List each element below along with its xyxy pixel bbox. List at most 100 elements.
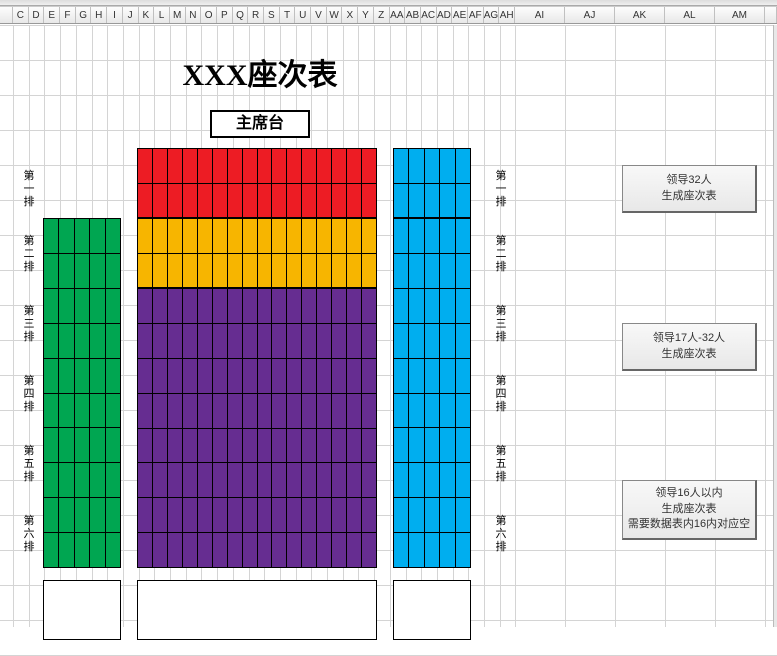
seat-cell[interactable] [456,289,470,323]
seat-cell[interactable] [332,429,347,463]
seat-cell[interactable] [213,533,228,567]
seat-cell[interactable] [332,219,347,253]
seat-cell[interactable] [138,219,153,253]
seat-cell[interactable] [198,184,213,218]
seat-cell[interactable] [425,219,440,253]
col-header-AG[interactable]: AG [484,7,500,23]
col-header-AE[interactable]: AE [452,7,468,23]
seat-cell[interactable] [198,463,213,497]
seat-cell[interactable] [287,289,302,323]
col-header-J[interactable]: J [123,7,139,23]
seat-cell[interactable] [287,533,302,567]
seat-cell[interactable] [213,324,228,358]
seat-cell[interactable] [75,394,90,428]
seat-cell[interactable] [394,289,409,323]
seat-cell[interactable] [183,394,198,428]
seat-cell[interactable] [168,359,183,393]
seat-cell[interactable] [456,254,470,288]
seat-cell[interactable] [198,498,213,532]
seat-cell[interactable] [425,463,440,497]
seat-cell[interactable] [362,184,376,218]
seat-cell[interactable] [243,429,258,463]
seat-cell[interactable] [394,428,409,462]
col-header-U[interactable]: U [295,7,311,23]
seat-cell[interactable] [332,533,347,567]
seat-cell[interactable] [394,394,409,428]
seat-cell[interactable] [59,498,74,532]
seat-cell[interactable] [183,254,198,288]
seat-cell[interactable] [409,463,424,497]
seat-cell[interactable] [456,184,470,218]
seat-cell[interactable] [317,463,332,497]
seat-cell[interactable] [198,254,213,288]
seat-cell[interactable] [425,428,440,462]
seat-cell[interactable] [317,359,332,393]
seat-cell[interactable] [59,359,74,393]
vertical-scrollbar[interactable] [773,25,777,627]
seat-cell[interactable] [198,359,213,393]
seat-cell[interactable] [302,533,317,567]
right-block-blue-bottom[interactable] [393,218,471,568]
seat-cell[interactable] [75,359,90,393]
seat-cell[interactable] [183,324,198,358]
col-header-V[interactable]: V [311,7,327,23]
seat-cell[interactable] [198,324,213,358]
seat-cell[interactable] [394,498,409,532]
seat-cell[interactable] [332,463,347,497]
seat-cell[interactable] [243,394,258,428]
seat-cell[interactable] [456,219,470,253]
seat-cell[interactable] [425,289,440,323]
seat-cell[interactable] [228,533,243,567]
seat-cell[interactable] [228,498,243,532]
seat-cell[interactable] [213,463,228,497]
seat-cell[interactable] [272,359,287,393]
seat-cell[interactable] [75,498,90,532]
col-header-Z[interactable]: Z [374,7,390,23]
seat-cell[interactable] [59,254,74,288]
seat-cell[interactable] [90,254,105,288]
col-header-E[interactable]: E [44,7,60,23]
center-block-purple[interactable] [137,288,377,568]
seat-cell[interactable] [394,533,409,567]
col-header-AK[interactable]: AK [615,7,665,23]
seat-cell[interactable] [106,428,120,462]
generate-button-16[interactable]: 领导16人以内 生成座次表 需要数据表内16内对应空 [622,480,757,540]
seat-cell[interactable] [425,498,440,532]
seat-cell[interactable] [59,289,74,323]
seat-cell[interactable] [272,149,287,183]
seat-cell[interactable] [153,324,168,358]
seat-cell[interactable] [362,533,376,567]
col-header-AA[interactable]: AA [390,7,406,23]
seat-cell[interactable] [317,184,332,218]
seat-cell[interactable] [347,289,362,323]
seat-cell[interactable] [106,289,120,323]
col-header-AI[interactable]: AI [515,7,565,23]
seat-cell[interactable] [272,498,287,532]
seat-cell[interactable] [302,359,317,393]
seat-cell[interactable] [168,184,183,218]
seat-cell[interactable] [287,463,302,497]
seat-cell[interactable] [90,428,105,462]
seat-cell[interactable] [168,289,183,323]
seat-cell[interactable] [228,149,243,183]
seat-cell[interactable] [90,533,105,567]
seat-cell[interactable] [272,254,287,288]
seat-cell[interactable] [243,219,258,253]
seat-cell[interactable] [59,324,74,358]
col-header-O[interactable]: O [201,7,217,23]
seat-cell[interactable] [213,429,228,463]
seat-cell[interactable] [409,219,424,253]
seat-cell[interactable] [183,289,198,323]
seat-cell[interactable] [362,498,376,532]
seat-cell[interactable] [168,429,183,463]
seat-cell[interactable] [362,254,376,288]
seat-cell[interactable] [183,498,198,532]
seat-cell[interactable] [332,254,347,288]
col-header-P[interactable]: P [217,7,233,23]
seat-cell[interactable] [258,498,273,532]
seat-cell[interactable] [272,394,287,428]
seat-cell[interactable] [106,324,120,358]
seat-cell[interactable] [106,359,120,393]
seat-cell[interactable] [243,254,258,288]
seat-cell[interactable] [302,254,317,288]
